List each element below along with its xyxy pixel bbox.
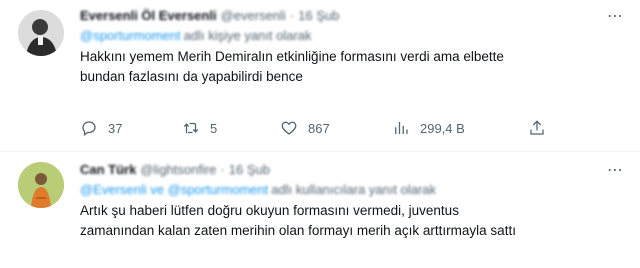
separator-dot: · (220, 162, 225, 177)
reply-context-text: adlı kişiye yanıt olarak (183, 28, 312, 43)
more-horizontal-icon[interactable]: ⋯ (607, 160, 624, 180)
like-button[interactable]: 867 (280, 116, 330, 140)
user-handle[interactable]: @lightsonfire (140, 162, 216, 177)
reply-icon (82, 121, 96, 137)
avatar[interactable] (18, 10, 64, 56)
tweet-header: Can Türk @lightsonfire · 16 Şub (80, 160, 628, 180)
views-button[interactable]: 299,4 B (392, 116, 465, 140)
reply-mention[interactable]: @sporturmoment (80, 28, 181, 43)
tweet-feed: Eversenli Öl Eversenli @eversenli · 16 Şub … (0, 0, 640, 268)
heart-icon (281, 121, 297, 135)
reply-count: 37 (108, 120, 123, 136)
tweet-actions: 37 5 867 299,4 B (80, 116, 560, 140)
retweet-count: 5 (210, 120, 218, 136)
retweet-button[interactable]: 5 (182, 116, 217, 140)
reply-mention[interactable]: @Eversenli ve @sporturmoment (80, 182, 268, 197)
share-icon (530, 120, 544, 135)
timestamp[interactable]: 16 Şub (298, 8, 339, 23)
tweet-text: Artık şu haberi lütfen doğru okuyun form… (80, 203, 516, 238)
tweet-header: Eversenli Öl Eversenli @eversenli · 16 Şub (80, 6, 628, 26)
share-button[interactable] (528, 116, 546, 140)
avatar[interactable] (18, 162, 64, 208)
tweet[interactable]: Eversenli Öl Eversenli @eversenli · 16 Şub … (0, 0, 640, 152)
replying-to: @sporturmoment adlı kişiye yanıt olarak (80, 26, 628, 46)
reply-context-text: adlı kullanıcılara yanıt olarak (271, 182, 436, 197)
reply-button[interactable]: 37 (80, 116, 122, 140)
more-horizontal-icon[interactable]: ⋯ (607, 6, 624, 26)
tweet[interactable]: Can Türk @lightsonfire · 16 Şub ⋯ @Eversenl… (0, 152, 640, 268)
like-count: 867 (308, 120, 330, 136)
views-chart-icon (395, 122, 408, 134)
user-handle[interactable]: @eversenli (221, 8, 286, 23)
replying-to: @Eversenli ve @sporturmoment adlı kullanı… (80, 180, 628, 200)
display-name[interactable]: Can Türk (80, 162, 136, 177)
separator-dot: · (289, 8, 295, 23)
timestamp[interactable]: 16 Şub (229, 162, 270, 177)
display-name[interactable]: Eversenli Öl Eversenli (80, 8, 217, 23)
retweet-icon (183, 122, 199, 134)
tweet-text: Hakkını yemem Merih Demiralın etkinliğin… (80, 49, 504, 84)
view-count: 299,4 B (420, 120, 465, 136)
